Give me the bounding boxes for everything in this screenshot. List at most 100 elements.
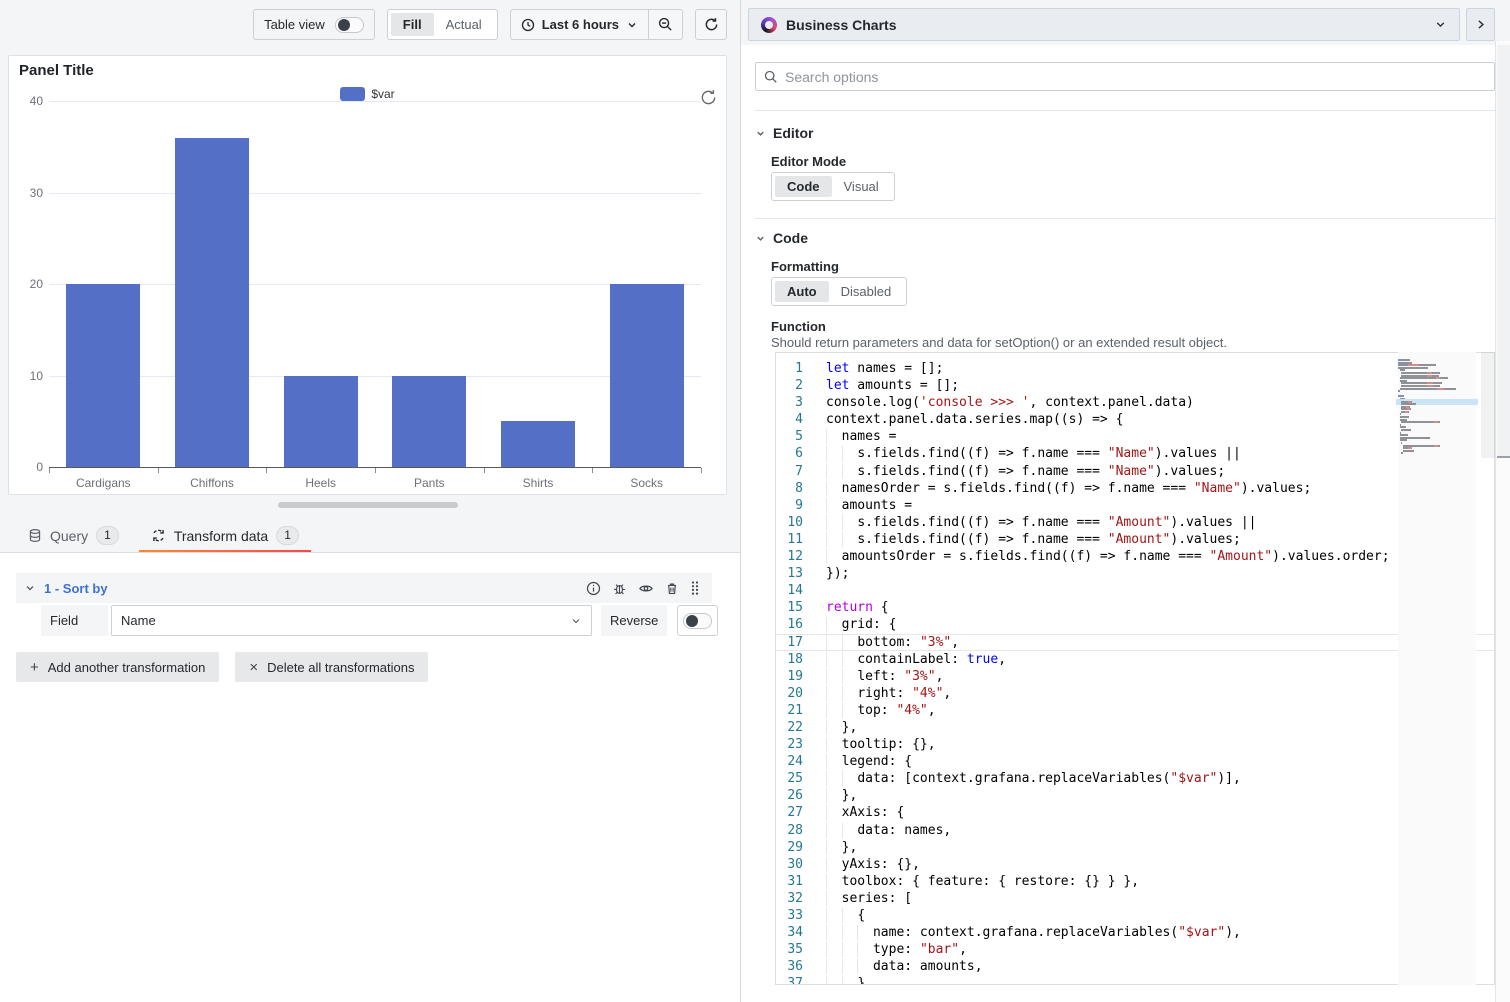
chart-legend[interactable]: $var xyxy=(9,87,726,101)
hscrollbar-thumb[interactable] xyxy=(278,502,458,508)
fill-actual-group: Fill Actual xyxy=(387,9,498,40)
formatting-label: Formatting xyxy=(771,259,839,274)
collapse-options-button[interactable] xyxy=(1466,8,1495,41)
tab-query[interactable]: Query 1 xyxy=(16,519,131,552)
x-axis-tick xyxy=(592,468,593,473)
table-view-toggle[interactable]: Table view xyxy=(253,9,375,40)
editor-mode-label: Editor Mode xyxy=(771,154,846,169)
section-code[interactable]: Code xyxy=(755,230,808,246)
transformation-title: 1 - Sort by xyxy=(44,581,108,596)
y-axis-tick-label: 0 xyxy=(9,460,43,474)
table-view-switch[interactable] xyxy=(335,17,364,33)
x-axis-tick xyxy=(266,468,267,473)
info-icon[interactable] xyxy=(586,581,601,596)
bar[interactable] xyxy=(610,284,684,467)
plus-icon: + xyxy=(30,659,39,676)
x-axis-tick xyxy=(484,468,485,473)
code-line: 33 { xyxy=(776,907,1494,924)
code-line: 13}); xyxy=(776,565,1494,582)
trash-icon[interactable] xyxy=(665,581,679,596)
code-line: 22 }, xyxy=(776,719,1494,736)
options-scrollbar[interactable] xyxy=(1495,41,1510,1002)
transformation-actions xyxy=(586,580,700,596)
search-icon xyxy=(764,70,778,84)
gridline xyxy=(49,101,701,102)
bar[interactable] xyxy=(66,284,140,467)
debug-icon[interactable] xyxy=(612,581,627,596)
minimap-line xyxy=(1398,452,1476,454)
code-line: 20 right: "4%", xyxy=(776,685,1494,702)
sort-by-options-row: Field Name Reverse xyxy=(41,605,718,636)
refresh-button[interactable] xyxy=(695,9,727,40)
code-line: 26 }, xyxy=(776,787,1494,804)
section-divider xyxy=(755,218,1495,219)
y-axis-tick-label: 30 xyxy=(9,186,43,200)
code-line: 30 yAxis: {}, xyxy=(776,856,1494,873)
x-axis-tick xyxy=(49,468,50,473)
reverse-toggle[interactable] xyxy=(677,605,718,636)
bar[interactable] xyxy=(501,421,575,467)
chevron-down-icon[interactable] xyxy=(24,582,36,594)
options-search[interactable] xyxy=(755,62,1495,91)
field-select[interactable]: Name xyxy=(111,605,592,636)
zoom-out-button[interactable] xyxy=(648,10,682,39)
field-select-value: Name xyxy=(121,613,156,628)
editor-mode-visual[interactable]: Visual xyxy=(832,176,891,197)
x-axis-label: Socks xyxy=(592,476,701,490)
formatting-auto[interactable]: Auto xyxy=(775,281,829,302)
code-line: 7 s.fields.find((f) => f.name === "Name"… xyxy=(776,463,1494,480)
visualization-picker[interactable]: Business Charts xyxy=(748,8,1460,41)
section-divider xyxy=(755,110,1495,111)
chart-restore-icon[interactable] xyxy=(700,89,717,106)
gridline xyxy=(49,193,701,194)
code-editor[interactable]: 1let names = [];2let amounts = [];3conso… xyxy=(775,352,1495,985)
transformation-header[interactable]: 1 - Sort by xyxy=(16,573,712,603)
code-line: 23 tooltip: {}, xyxy=(776,736,1494,753)
options-scrollbar-thumb[interactable] xyxy=(1497,45,1510,458)
x-axis-label: Shirts xyxy=(484,476,593,490)
section-editor[interactable]: Editor xyxy=(755,125,813,141)
drag-handle-icon[interactable] xyxy=(690,580,700,596)
formatting-disabled[interactable]: Disabled xyxy=(829,281,904,302)
code-line: 15return { xyxy=(776,599,1494,616)
data-pane-tabs: Query 1 Transform data 1 xyxy=(16,519,311,552)
editor-mode-code[interactable]: Code xyxy=(775,176,832,197)
minimap[interactable] xyxy=(1398,352,1476,985)
code-line: 21 top: "4%", xyxy=(776,702,1494,719)
x-axis-label: Pants xyxy=(375,476,484,490)
code-line: 27 xAxis: { xyxy=(776,804,1494,821)
fill-button[interactable]: Fill xyxy=(391,13,434,36)
chevron-down-icon xyxy=(755,128,766,139)
code-line: 4context.panel.data.series.map((s) => { xyxy=(776,411,1494,428)
eye-icon[interactable] xyxy=(638,581,654,596)
editor-mode-group: Code Visual xyxy=(771,172,895,201)
clock-icon xyxy=(521,18,535,32)
editor-scrollbar-thumb[interactable] xyxy=(1481,352,1495,458)
y-axis-tick-label: 20 xyxy=(9,277,43,291)
chevron-down-icon xyxy=(755,233,766,244)
x-axis-tick xyxy=(701,468,702,473)
search-input[interactable] xyxy=(785,69,1486,85)
bar[interactable] xyxy=(175,138,249,467)
gridline xyxy=(49,376,701,377)
code-lines: 1let names = [];2let amounts = [];3conso… xyxy=(776,360,1494,985)
code-line: 25 data: [context.grafana.replaceVariabl… xyxy=(776,770,1494,787)
tab-query-count: 1 xyxy=(96,526,119,545)
tab-transform-data[interactable]: Transform data 1 xyxy=(139,519,311,552)
delete-all-transformations-button[interactable]: × Delete all transformations xyxy=(235,652,428,682)
delete-all-label: Delete all transformations xyxy=(267,660,414,675)
field-label: Field xyxy=(41,605,108,636)
code-line: 32 series: [ xyxy=(776,890,1494,907)
bar[interactable] xyxy=(284,376,358,468)
code-line: 28 data: names, xyxy=(776,822,1494,839)
x-axis-tick xyxy=(158,468,159,473)
add-transformation-button[interactable]: + Add another transformation xyxy=(16,652,219,682)
reverse-switch[interactable] xyxy=(683,613,712,629)
bar[interactable] xyxy=(392,376,466,468)
code-line: 18 containLabel: true, xyxy=(776,651,1494,668)
reverse-label: Reverse xyxy=(601,605,667,636)
actual-button[interactable]: Actual xyxy=(434,13,494,36)
time-range-button[interactable]: Last 6 hours xyxy=(511,10,648,39)
code-line: 6 s.fields.find((f) => f.name === "Name"… xyxy=(776,445,1494,462)
code-line: 35 type: "bar", xyxy=(776,941,1494,958)
